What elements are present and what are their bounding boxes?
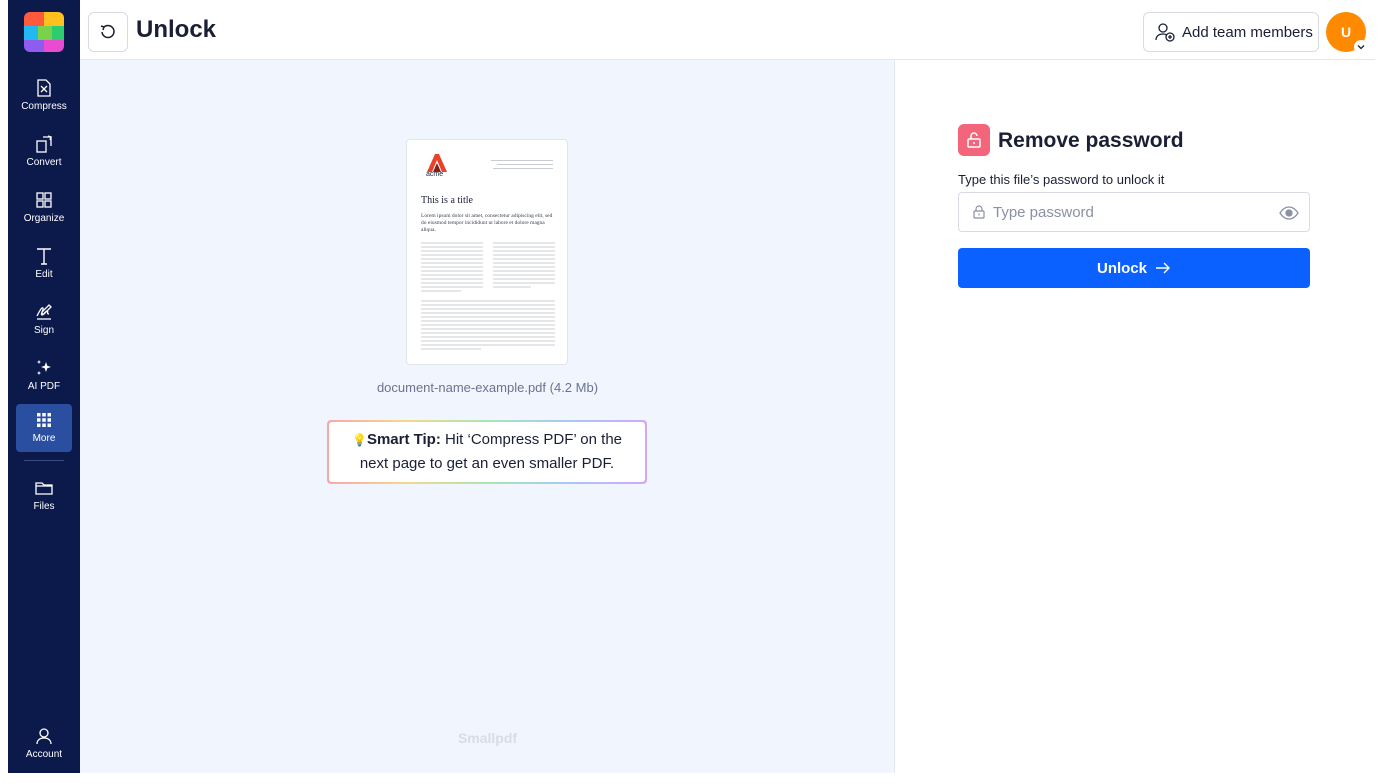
sign-icon (36, 304, 52, 320)
app-root: Compress Convert Organize Edit Sign AI P… (8, 0, 1375, 773)
sidebar-item-organize[interactable]: Organize (16, 184, 72, 234)
password-input[interactable] (993, 193, 1273, 231)
lightbulb-icon: 💡 (351, 433, 367, 447)
smart-tip-banner: 💡Smart Tip: Hit ‘Compress PDF’ on the ne… (327, 420, 647, 484)
file-name: document-name-example.pdf (4.2 Mb) (376, 380, 599, 395)
add-team-members-button[interactable]: Add team members (1143, 12, 1319, 52)
sidebar-item-files[interactable]: Files (16, 472, 72, 522)
sidebar-item-label: Account (25, 749, 63, 760)
unlock-button-label: Unlock (1096, 259, 1147, 277)
sidebar-item-label: Edit (35, 269, 53, 280)
sidebar-item-label: AI PDF (27, 381, 61, 392)
acme-logo-icon (427, 154, 447, 172)
edit-icon (37, 248, 51, 265)
doc-brand: acme (426, 171, 444, 178)
convert-icon (36, 135, 52, 153)
sidebar: Compress Convert Organize Edit Sign AI P… (8, 0, 80, 773)
add-team-members-label: Add team members (1182, 23, 1313, 41)
sidebar-item-sign[interactable]: Sign (16, 296, 72, 346)
eye-icon[interactable] (1279, 204, 1299, 222)
avatar-initial: U (1340, 24, 1352, 40)
app-logo[interactable] (24, 12, 64, 52)
arrow-right-icon (1156, 262, 1170, 274)
sidebar-item-label: Files (33, 501, 55, 512)
page-title: Unlock (136, 16, 217, 43)
sidebar-item-label: Organize (23, 213, 65, 224)
chevron-down-icon (1354, 40, 1368, 54)
password-field-label: Type this file’s password to unlock it (958, 172, 1165, 187)
sidebar-item-label: Convert (26, 157, 62, 168)
sidebar-item-account[interactable]: Account (16, 720, 72, 770)
document-preview-area: acme This is a title Lorem ipsum dolor s… (80, 60, 895, 773)
sidebar-item-label: Compress (21, 101, 67, 112)
sidebar-item-label: More (32, 433, 56, 444)
undo-icon (100, 24, 115, 39)
doc-intro: Lorem ipsum dolor sit amet, consectetur … (421, 213, 553, 233)
remove-password-panel: Remove password Type this file’s passwor… (895, 60, 1375, 773)
smart-tip-label: Smart Tip: (366, 431, 441, 448)
sidebar-item-more[interactable]: More (16, 404, 72, 452)
unlock-icon (958, 124, 990, 156)
sidebar-item-ai-pdf[interactable]: AI PDF (16, 352, 72, 402)
doc-title: This is a title (421, 195, 473, 206)
sidebar-divider (24, 460, 64, 461)
folder-icon (35, 482, 53, 495)
sparkle-icon (37, 360, 51, 375)
unlock-button[interactable]: Unlock (958, 248, 1310, 288)
grid-icon (37, 413, 51, 427)
smallpdf-watermark: Smallpdf (457, 730, 518, 746)
document-thumbnail[interactable]: acme This is a title Lorem ipsum dolor s… (406, 139, 568, 365)
organize-icon (36, 192, 52, 208)
compress-icon (37, 79, 51, 97)
add-user-icon (1155, 23, 1175, 42)
password-field[interactable] (958, 192, 1310, 232)
sidebar-item-label: Sign (33, 325, 54, 336)
lock-icon (973, 205, 985, 219)
sidebar-item-compress[interactable]: Compress (16, 72, 72, 122)
top-header: Unlock Add team members U (80, 0, 1375, 60)
doc-body-lines (421, 242, 555, 350)
avatar[interactable]: U (1326, 12, 1368, 54)
back-button[interactable] (88, 12, 128, 52)
panel-title: Remove password (998, 129, 1184, 152)
sidebar-item-convert[interactable]: Convert (16, 128, 72, 178)
user-icon (36, 728, 52, 745)
sidebar-item-edit[interactable]: Edit (16, 240, 72, 290)
